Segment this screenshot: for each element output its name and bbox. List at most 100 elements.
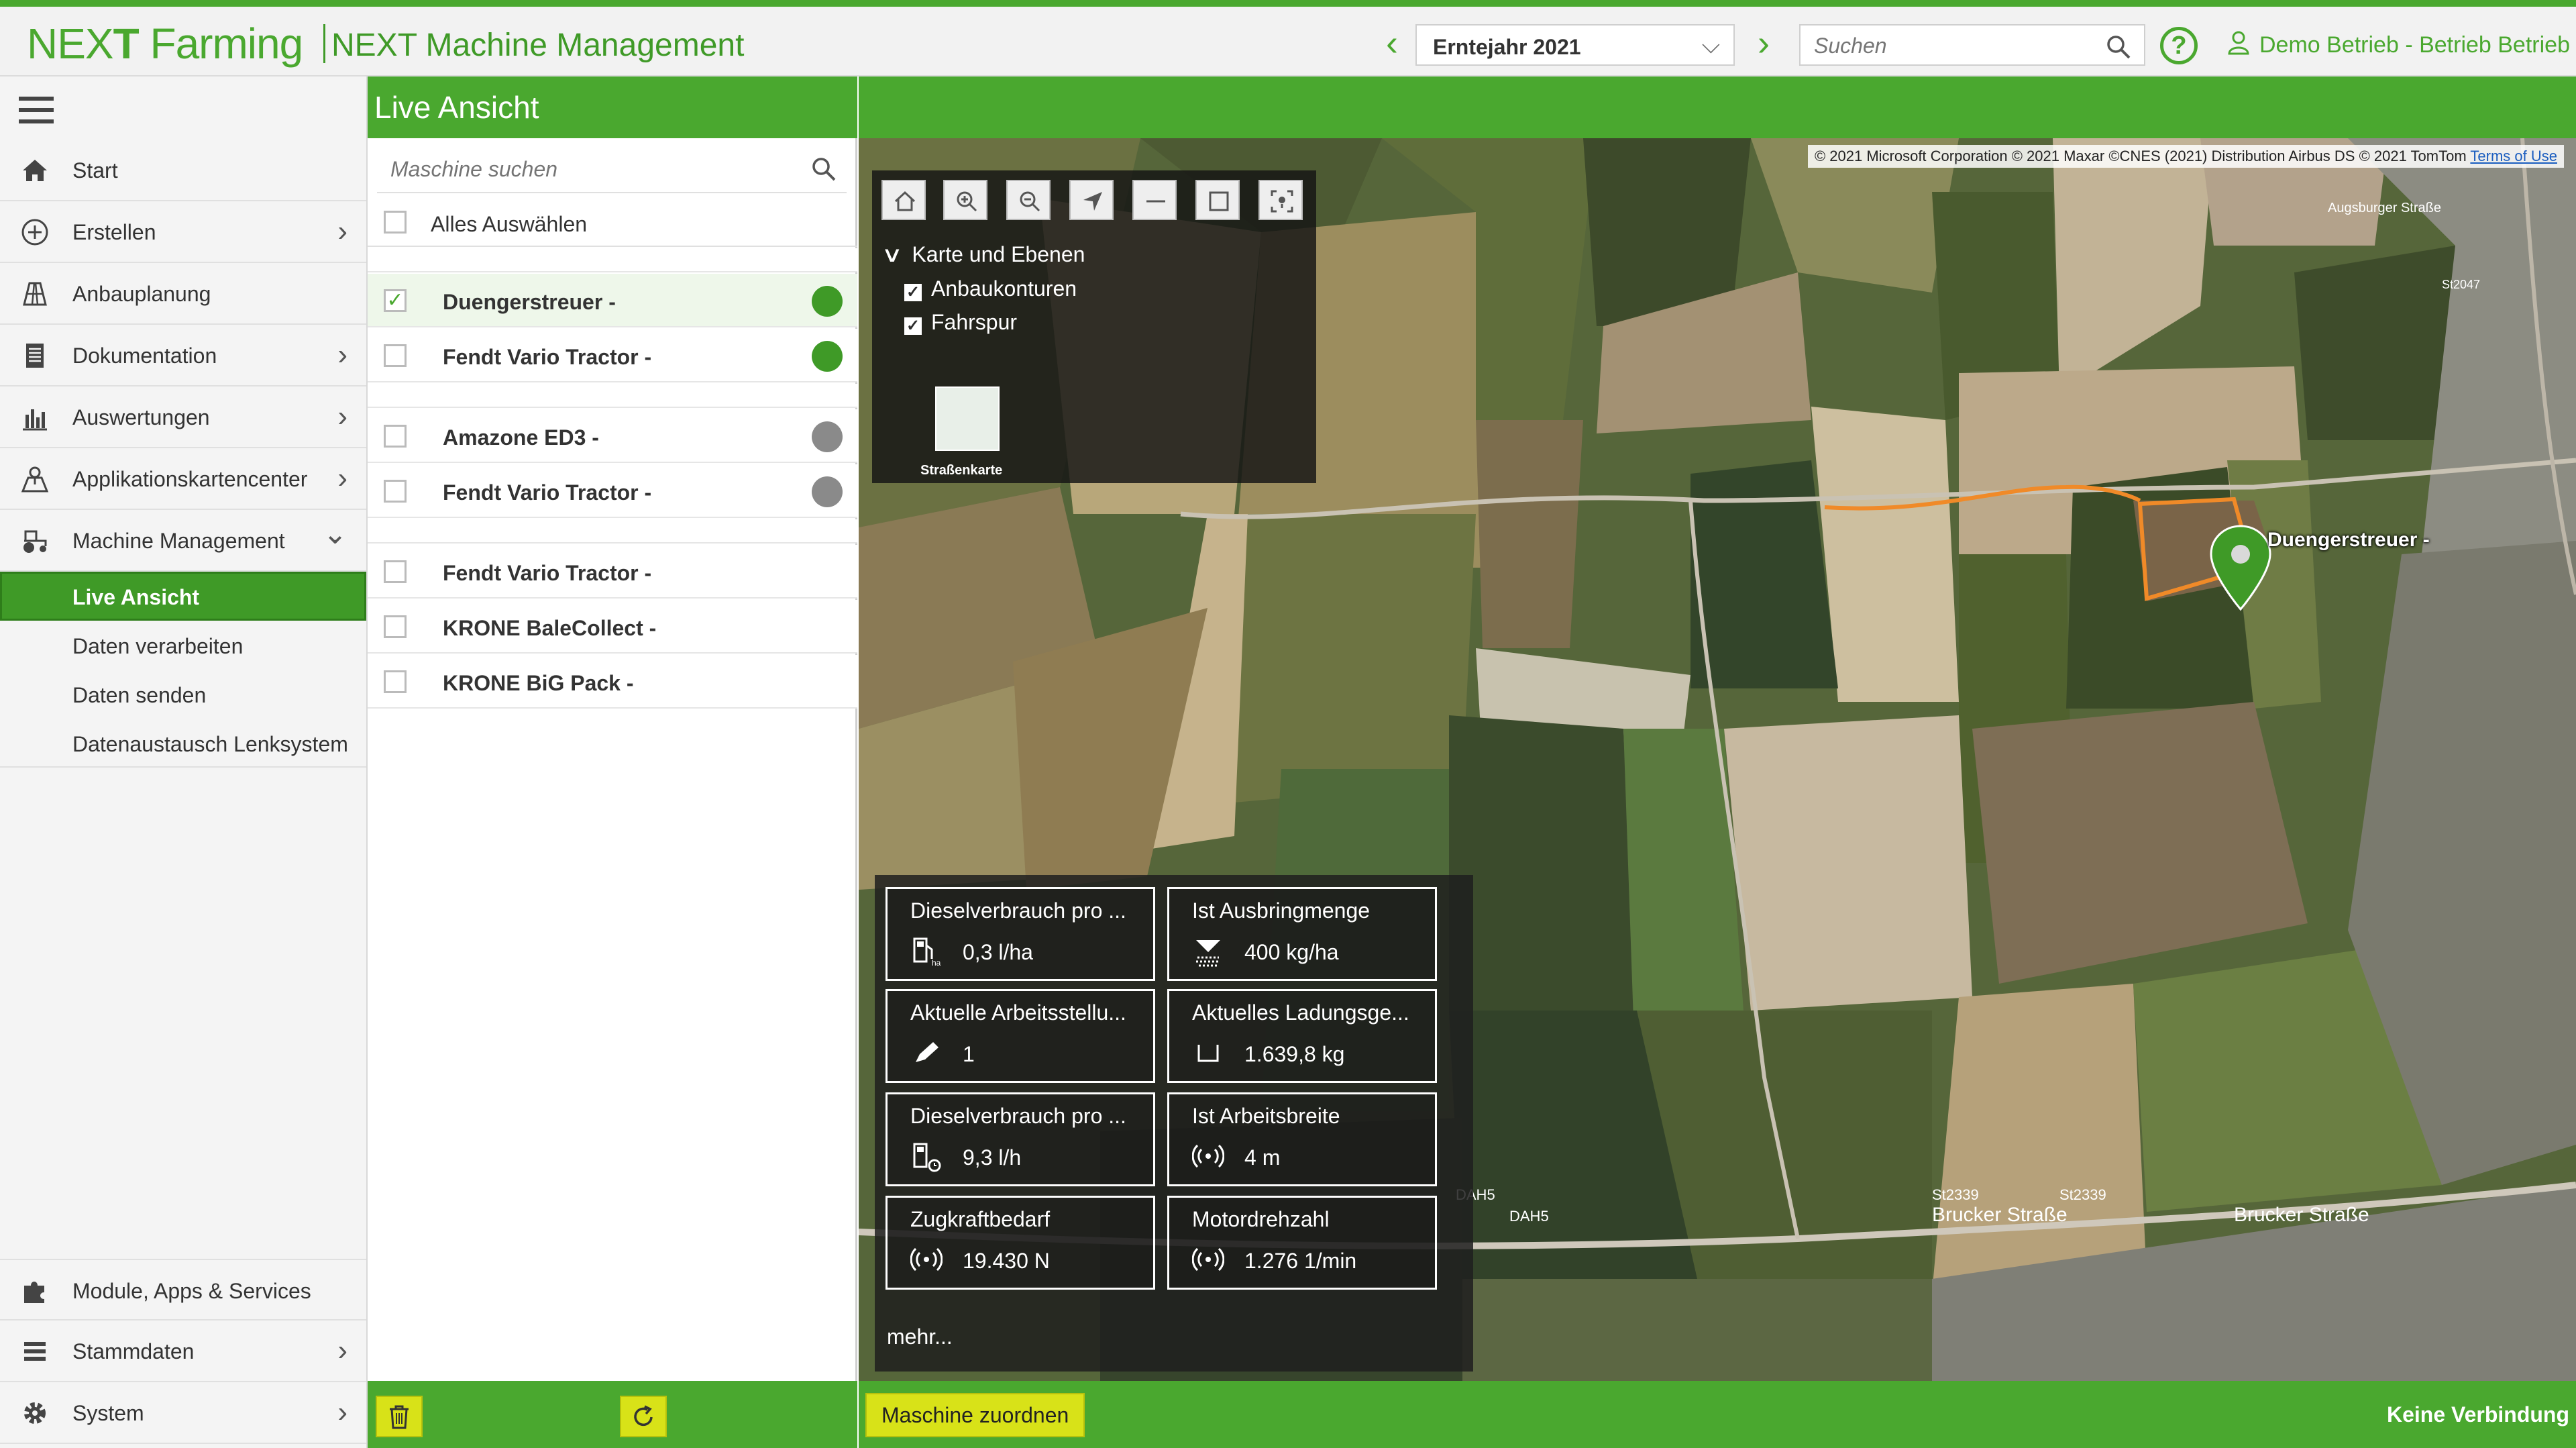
search-icon[interactable] (810, 156, 837, 183)
road-label: Brucker Straße (2234, 1204, 2369, 1226)
machine-search-input[interactable] (390, 156, 766, 183)
next-farming-logo[interactable]: NEXT Farming (27, 19, 303, 68)
layers-title: Karte und Ebenen (912, 242, 1085, 266)
sidebar-item-machine-management[interactable]: Machine Management ⌄ (0, 510, 366, 572)
zoom-out-button[interactable] (1006, 180, 1051, 220)
harvest-year-value: Erntejahr 2021 (1433, 35, 1581, 59)
sensor-tile[interactable]: Dieselverbrauch pro ... ha 0,3 l/ha (885, 887, 1155, 981)
refresh-button[interactable] (620, 1396, 667, 1437)
panel-title: Live Ansicht (368, 76, 857, 138)
sensor-value: 0,3 l/ha (963, 940, 1033, 964)
load-icon (1197, 1045, 1219, 1062)
sidebar-item-label: Dokumentation (72, 344, 217, 368)
machine-list-footer (368, 1381, 857, 1448)
sidebar-item-label: Stammdaten (72, 1339, 195, 1363)
sidebar-subitem-datenaustausch-lenksystem[interactable]: Datenaustausch Lenksystem (0, 719, 366, 768)
harvest-year-select[interactable]: Erntejahr 2021 ⌵ (1415, 24, 1735, 66)
machine-checkbox[interactable] (384, 480, 407, 503)
group-separator (368, 248, 857, 272)
sensor-title: Ist Ausbringmenge (1192, 898, 1371, 923)
sensor-tile[interactable]: Dieselverbrauch pro ... 9,3 l/h (885, 1092, 1155, 1186)
sensor-tile[interactable]: Motordrehzahl 1.276 1/min (1167, 1196, 1437, 1290)
machine-checkbox[interactable] (384, 425, 407, 448)
status-offline-icon (812, 476, 843, 507)
fullscreen-button[interactable] (1258, 180, 1303, 220)
sensor-tile[interactable]: Zugkraftbedarf 19.430 N (885, 1196, 1155, 1290)
basemap-thumbnail[interactable] (935, 386, 1000, 451)
basemap-label: Straßenkarte (920, 463, 1003, 478)
sidebar-subitem-daten-senden[interactable]: Daten senden (0, 670, 366, 719)
machine-checkbox[interactable] (384, 615, 407, 638)
machine-row[interactable]: KRONE BaleCollect - (368, 600, 857, 654)
sidebar-subitem-daten-verarbeiten[interactable]: Daten verarbeiten (0, 621, 366, 670)
machine-row[interactable]: ✓ Duengerstreuer - (368, 274, 857, 327)
machine-checkbox[interactable] (384, 560, 407, 583)
sensor-tile[interactable]: Aktuelle Arbeitsstellu... 1 (885, 989, 1155, 1083)
help-icon[interactable]: ? (2160, 27, 2198, 64)
app-title: NEXT Machine Management (323, 24, 745, 63)
locate-button[interactable] (1069, 180, 1114, 220)
sensor-tile[interactable]: Ist Arbeitsbreite 4 m (1167, 1092, 1437, 1186)
layers-toggle[interactable]: ∨ Karte und Ebenen (881, 242, 1085, 267)
sidebar-item-module-apps-services[interactable]: Module, Apps & Services (0, 1259, 366, 1321)
sensor-title: Aktuelles Ladungsge... (1192, 1000, 1409, 1025)
sidebar-item-dokumentation[interactable]: Dokumentation › (0, 325, 366, 386)
sensor-title: Ist Arbeitsbreite (1192, 1104, 1340, 1128)
machine-row[interactable]: Fendt Vario Tractor - (368, 464, 857, 518)
search-icon[interactable] (2105, 34, 2132, 60)
sidebar-item-erstellen[interactable]: Erstellen › (0, 201, 366, 263)
machine-checkbox[interactable] (384, 344, 407, 367)
sidebar-subitem-live-ansicht[interactable]: Live Ansicht (0, 572, 366, 621)
layer-fahrspur[interactable]: ✓ Fahrspur (904, 310, 1017, 335)
machine-checkbox[interactable]: ✓ (384, 289, 407, 312)
sidebar-item-applikationskartencenter[interactable]: Applikationskartencenter › (0, 448, 366, 510)
fullscreen-pin-icon (1271, 190, 1293, 213)
sidebar-subitem-label: Datenaustausch Lenksystem (72, 732, 348, 756)
sensor-tile[interactable]: Ist Ausbringmenge 400 kg/ha (1167, 887, 1437, 981)
terms-of-use-link[interactable]: Terms of Use (2470, 148, 2557, 164)
sensor-title: Dieselverbrauch pro ... (910, 898, 1126, 923)
global-search-input[interactable] (1814, 32, 2096, 59)
road-label: St2047 (2442, 278, 2480, 291)
machine-name: Fendt Vario Tractor - (443, 345, 652, 369)
connection-status: Keine Verbindung (2386, 1402, 2569, 1427)
user-name: Demo Betrieb - Betrieb Betrieb (2259, 32, 2570, 58)
layer-anbaukonturen[interactable]: ✓ Anbaukonturen (904, 276, 1077, 301)
machine-row[interactable]: Fendt Vario Tractor - (368, 329, 857, 382)
chevron-right-icon: › (337, 338, 347, 371)
sidebar-item-start[interactable]: Start (0, 140, 366, 201)
next-year-button[interactable]: › (1747, 23, 1780, 63)
more-sensors-link[interactable]: mehr... (887, 1325, 953, 1349)
sidebar-item-auswertungen[interactable]: Auswertungen › (0, 386, 366, 448)
sidebar-item-label: Erstellen (72, 220, 156, 244)
sidebar-item-stammdaten[interactable]: Stammdaten › (0, 1321, 366, 1382)
machine-checkbox[interactable] (384, 670, 407, 693)
map-home-button[interactable] (881, 180, 926, 220)
sidebar-item-anbauplanung[interactable]: Anbauplanung (0, 263, 366, 325)
machine-row[interactable]: Amazone ED3 - (368, 409, 857, 463)
layer-checkbox[interactable]: ✓ (904, 317, 922, 335)
machine-row[interactable]: KRONE BiG Pack - (368, 655, 857, 709)
sensor-title: Dieselverbrauch pro ... (910, 1104, 1126, 1128)
sensor-value: 1.639,8 kg (1244, 1042, 1345, 1066)
select-all-checkbox[interactable] (384, 211, 407, 234)
previous-year-button[interactable]: ‹ (1375, 23, 1409, 63)
draw-rectangle-button[interactable] (1195, 180, 1240, 220)
machine-pin-label: Duengerstreuer - (2267, 529, 2430, 551)
road-label: DAH5 (1509, 1208, 1549, 1225)
user-account[interactable]: Demo Betrieb - Betrieb Betrieb (2227, 31, 2570, 58)
hamburger-menu-icon[interactable] (19, 97, 54, 123)
satellite-map[interactable]: Augsburger Straße St2047 DAH5 DAH5 Bruck… (859, 138, 2576, 1381)
delete-button[interactable] (376, 1396, 423, 1437)
zoom-in-button[interactable] (943, 180, 987, 220)
sidebar-item-label: Start (72, 158, 118, 183)
sidebar-item-system[interactable]: System › (0, 1382, 366, 1444)
group-separator (368, 384, 857, 408)
assign-machine-button[interactable]: Maschine zuordnen (865, 1393, 1085, 1437)
machine-row[interactable]: Fendt Vario Tractor - (368, 545, 857, 599)
select-all-row[interactable]: Alles Auswählen (368, 197, 857, 247)
map-app-icon (21, 466, 49, 493)
draw-line-button[interactable] (1132, 180, 1177, 220)
sensor-tile[interactable]: Aktuelles Ladungsge... 1.639,8 kg (1167, 989, 1437, 1083)
layer-checkbox[interactable]: ✓ (904, 284, 922, 301)
